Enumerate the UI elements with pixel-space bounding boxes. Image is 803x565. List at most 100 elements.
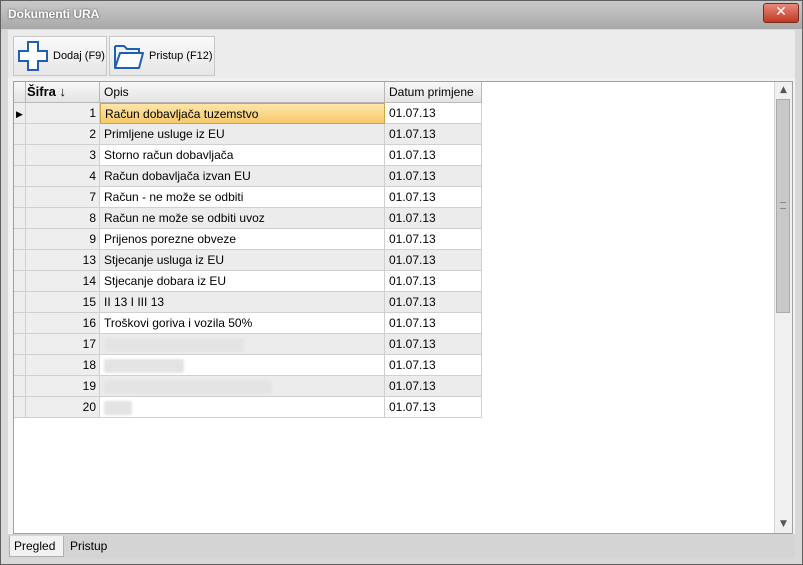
column-header-date[interactable]: Datum primjene	[385, 82, 482, 103]
row-indicator[interactable]	[14, 355, 26, 376]
cell-description[interactable]: Račun ne može se odbiti uvoz	[100, 208, 385, 229]
close-button[interactable]: ✕	[763, 3, 799, 23]
redacted-text	[104, 337, 244, 352]
cell-code[interactable]: 15	[26, 292, 100, 313]
row-indicator[interactable]	[14, 145, 26, 166]
cell-date[interactable]: 01.07.13	[385, 187, 482, 208]
vertical-scrollbar[interactable]: ▲ ▼	[774, 82, 792, 533]
table-row[interactable]: 8 Račun ne može se odbiti uvoz 01.07.13	[14, 208, 482, 229]
cell-date[interactable]: 01.07.13	[385, 292, 482, 313]
cell-description[interactable]	[100, 397, 385, 418]
grip-icon	[780, 202, 786, 209]
cell-date[interactable]: 01.07.13	[385, 208, 482, 229]
cell-date[interactable]: 01.07.13	[385, 313, 482, 334]
row-indicator[interactable]	[14, 229, 26, 250]
current-row-arrow-icon: ▶	[16, 109, 23, 119]
cell-code[interactable]: 16	[26, 313, 100, 334]
add-button-label: Dodaj (F9)	[53, 50, 105, 62]
cell-code[interactable]: 13	[26, 250, 100, 271]
cell-date[interactable]: 01.07.13	[385, 397, 482, 418]
cell-description[interactable]: Račun dobavljača tuzemstvo	[100, 103, 385, 124]
column-header-code[interactable]: Šifra ↓	[26, 82, 100, 103]
cell-code[interactable]: 17	[26, 334, 100, 355]
table-row[interactable]: 17 01.07.13	[14, 334, 482, 355]
table-row[interactable]: ▶ 1 Račun dobavljača tuzemstvo 01.07.13	[14, 103, 482, 124]
cell-description[interactable]	[100, 355, 385, 376]
cell-description[interactable]: Stjecanje usluga iz EU	[100, 250, 385, 271]
redacted-text	[104, 379, 272, 394]
folder-open-icon	[112, 39, 146, 73]
cell-description[interactable]: Račun - ne može se odbiti	[100, 187, 385, 208]
cell-description[interactable]: Storno račun dobavljača	[100, 145, 385, 166]
cell-date[interactable]: 01.07.13	[385, 250, 482, 271]
cell-description[interactable]	[100, 334, 385, 355]
cell-code[interactable]: 7	[26, 187, 100, 208]
client-area: Dodaj (F9) Pristup (F12) Šifra ↓ Opis Da…	[8, 30, 795, 558]
cell-description[interactable]: Primljene usluge iz EU	[100, 124, 385, 145]
cell-description[interactable]: Troškovi goriva i vozila 50%	[100, 313, 385, 334]
row-indicator[interactable]	[14, 376, 26, 397]
table-row[interactable]: 4 Račun dobavljača izvan EU 01.07.13	[14, 166, 482, 187]
cell-description[interactable]: Račun dobavljača izvan EU	[100, 166, 385, 187]
row-indicator[interactable]	[14, 166, 26, 187]
column-header-description[interactable]: Opis	[100, 82, 385, 103]
toolbar: Dodaj (F9) Pristup (F12)	[8, 30, 795, 78]
table-row[interactable]: 14 Stjecanje dobara iz EU 01.07.13	[14, 271, 482, 292]
row-indicator[interactable]	[14, 208, 26, 229]
cell-date[interactable]: 01.07.13	[385, 376, 482, 397]
app-window: Dokumenti URA ✕ Dodaj (F9) Pristup (F12)…	[0, 0, 803, 565]
grid-header: Šifra ↓ Opis Datum primjene	[14, 82, 774, 103]
cell-code[interactable]: 20	[26, 397, 100, 418]
scrollbar-thumb[interactable]	[776, 99, 790, 313]
table-row[interactable]: 13 Stjecanje usluga iz EU 01.07.13	[14, 250, 482, 271]
cell-date[interactable]: 01.07.13	[385, 334, 482, 355]
cell-description[interactable]: Stjecanje dobara iz EU	[100, 271, 385, 292]
row-indicator[interactable]	[14, 124, 26, 145]
cell-date[interactable]: 01.07.13	[385, 103, 482, 124]
row-indicator[interactable]	[14, 334, 26, 355]
row-indicator[interactable]	[14, 292, 26, 313]
table-row[interactable]: 7 Račun - ne može se odbiti 01.07.13	[14, 187, 482, 208]
add-button[interactable]: Dodaj (F9)	[13, 36, 107, 76]
row-indicator[interactable]	[14, 397, 26, 418]
row-indicator[interactable]	[14, 271, 26, 292]
tab-pristup[interactable]: Pristup	[66, 536, 118, 557]
table-row[interactable]: 16 Troškovi goriva i vozila 50% 01.07.13	[14, 313, 482, 334]
cell-date[interactable]: 01.07.13	[385, 271, 482, 292]
table-row[interactable]: 9 Prijenos porezne obveze 01.07.13	[14, 229, 482, 250]
open-button[interactable]: Pristup (F12)	[109, 36, 215, 76]
cell-description[interactable]: II 13 I III 13	[100, 292, 385, 313]
row-indicator[interactable]	[14, 250, 26, 271]
cell-date[interactable]: 01.07.13	[385, 145, 482, 166]
row-indicator[interactable]	[14, 187, 26, 208]
table-row[interactable]: 15 II 13 I III 13 01.07.13	[14, 292, 482, 313]
cell-code[interactable]: 4	[26, 166, 100, 187]
cell-date[interactable]: 01.07.13	[385, 229, 482, 250]
cell-code[interactable]: 18	[26, 355, 100, 376]
cell-code[interactable]: 14	[26, 271, 100, 292]
cell-date[interactable]: 01.07.13	[385, 124, 482, 145]
scroll-down-arrow-icon[interactable]: ▼	[775, 516, 792, 533]
title-bar[interactable]: Dokumenti URA ✕	[1, 1, 802, 29]
cell-code[interactable]: 2	[26, 124, 100, 145]
cell-date[interactable]: 01.07.13	[385, 166, 482, 187]
cell-description[interactable]	[100, 376, 385, 397]
row-indicator[interactable]: ▶	[14, 103, 26, 124]
table-row[interactable]: 20 01.07.13	[14, 397, 482, 418]
cell-code[interactable]: 9	[26, 229, 100, 250]
table-row[interactable]: 2 Primljene usluge iz EU 01.07.13	[14, 124, 482, 145]
cell-code[interactable]: 8	[26, 208, 100, 229]
table-row[interactable]: 18 01.07.13	[14, 355, 482, 376]
tab-pregled[interactable]: Pregled	[9, 536, 64, 557]
scroll-up-arrow-icon[interactable]: ▲	[775, 82, 792, 99]
data-grid[interactable]: Šifra ↓ Opis Datum primjene ▶ 1 Račun doba…	[13, 81, 793, 534]
table-row[interactable]: 19 01.07.13	[14, 376, 482, 397]
cell-code[interactable]: 1	[26, 103, 100, 124]
cell-description[interactable]: Prijenos porezne obveze	[100, 229, 385, 250]
cell-date[interactable]: 01.07.13	[385, 355, 482, 376]
bottom-tabs: Pregled Pristup	[8, 534, 795, 558]
table-row[interactable]: 3 Storno račun dobavljača 01.07.13	[14, 145, 482, 166]
row-indicator[interactable]	[14, 313, 26, 334]
cell-code[interactable]: 19	[26, 376, 100, 397]
cell-code[interactable]: 3	[26, 145, 100, 166]
